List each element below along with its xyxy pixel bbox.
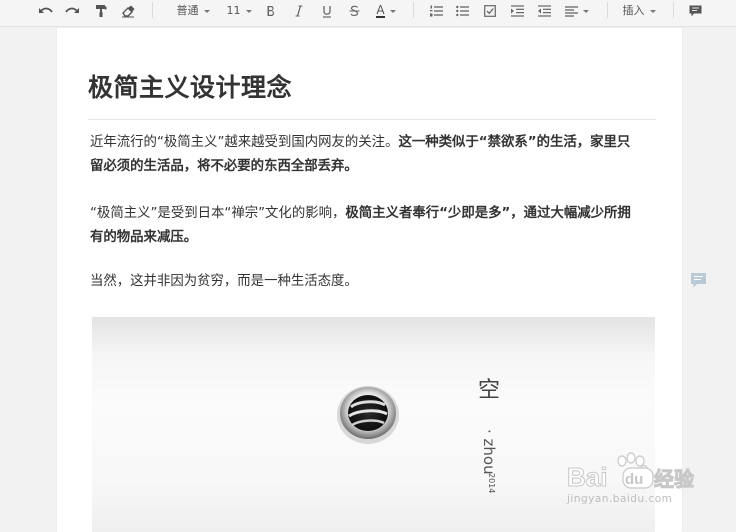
checklist-icon[interactable]	[481, 0, 499, 22]
text-bold: 极简主义者奉行“少即是多”，通过大幅减少所拥	[345, 206, 631, 221]
underline-button[interactable]	[318, 0, 336, 22]
paragraph-style-label: 普通	[176, 4, 199, 17]
paragraph-2[interactable]: “极简主义”是受到日本“禅宗”文化的影响，极简主义者奉行“少即是多”，通过大幅减…	[90, 202, 656, 249]
paragraph-line: 留必须的生活品，将不必要的东西全部丢弃。	[90, 155, 656, 179]
font-size-dropdown[interactable]: 11	[224, 0, 254, 22]
outdent-icon[interactable]	[535, 0, 553, 22]
chevron-down-icon	[583, 9, 589, 13]
chevron-down-icon	[245, 9, 252, 13]
baidu-jingyan-watermark: Bai du 经验	[567, 452, 697, 498]
paragraph-line: 近年流行的“极简主义”越来越受到国内网友的关注。这一种类似于“禁欲系”的生活，家…	[90, 131, 656, 155]
paragraph-line: 当然，这并非因为贫穷，而是一种生活态度。	[90, 270, 656, 294]
comment-icon[interactable]	[686, 0, 704, 22]
text-bold: 有的物品来减压。	[90, 229, 198, 245]
editor-toolbar: 普通 11 A 插入	[0, 0, 736, 27]
font-size-label: 11	[226, 4, 241, 17]
bold-button[interactable]	[262, 0, 280, 22]
toolbar-divider	[607, 2, 608, 18]
toolbar-divider	[152, 2, 153, 18]
toolbar-divider	[673, 2, 674, 18]
align-left-icon	[565, 5, 578, 17]
text-bold: 这一种类似于“禁欲系”的生活，家里只	[398, 135, 631, 150]
indent-icon[interactable]	[508, 0, 526, 22]
image-caption-char: 空	[478, 378, 501, 403]
redo-icon[interactable]	[62, 0, 82, 22]
text-normal: 近年流行的“极简主义”越来越受到国内网友的关注。	[90, 135, 399, 150]
toolbar-divider	[413, 2, 414, 18]
font-color-letter: A	[376, 3, 385, 18]
paragraph-3[interactable]: 当然，这并非因为贫穷，而是一种生活态度。	[90, 270, 656, 294]
watermark-logo-right: du	[625, 471, 643, 488]
text-normal: “极简主义”是受到日本“禅宗”文化的影响，	[90, 206, 346, 221]
align-dropdown[interactable]	[562, 0, 592, 22]
insert-dropdown[interactable]: 插入	[619, 0, 659, 22]
italic-button[interactable]	[290, 0, 308, 22]
eraser-icon[interactable]	[119, 0, 137, 22]
baidu-paw-logo: Bai du 经验	[567, 452, 694, 493]
text-bold: 留必须的生活品，将不必要的东西全部丢弃。	[90, 158, 358, 174]
insert-label: 插入	[622, 4, 645, 17]
paragraph-1[interactable]: 近年流行的“极简主义”越来越受到国内网友的关注。这一种类似于“禁欲系”的生活，家…	[90, 131, 656, 178]
chevron-down-icon	[649, 9, 656, 13]
chevron-down-icon	[389, 9, 396, 13]
paragraph-line: “极简主义”是受到日本“禅宗”文化的影响，极简主义者奉行“少即是多”，通过大幅减…	[90, 202, 656, 226]
paragraph-style-dropdown[interactable]: 普通	[170, 0, 216, 22]
bullet-list-icon[interactable]	[453, 0, 471, 22]
image-caption-year: 2014	[487, 473, 496, 494]
add-comment-icon[interactable]	[690, 272, 707, 293]
document-title[interactable]: 极简主义设计理念	[88, 68, 292, 104]
undo-icon[interactable]	[36, 0, 56, 22]
title-divider	[88, 119, 656, 120]
watermark-site: jingyan.baidu.com	[567, 493, 673, 505]
font-color-dropdown[interactable]: A	[374, 0, 398, 22]
text-normal: 当然，这并非因为贫穷，而是一种生活态度。	[90, 274, 358, 289]
strikethrough-button[interactable]	[345, 0, 363, 22]
format-painter-icon[interactable]	[93, 0, 109, 22]
watermark-logo-left: Bai	[567, 462, 607, 492]
paragraph-line: 有的物品来减压。	[90, 226, 656, 250]
chevron-down-icon	[203, 9, 210, 13]
ordered-list-icon[interactable]	[427, 0, 445, 22]
image-caption-name: · zhou	[480, 429, 498, 475]
watermark-logo-suffix: 经验	[654, 467, 694, 491]
